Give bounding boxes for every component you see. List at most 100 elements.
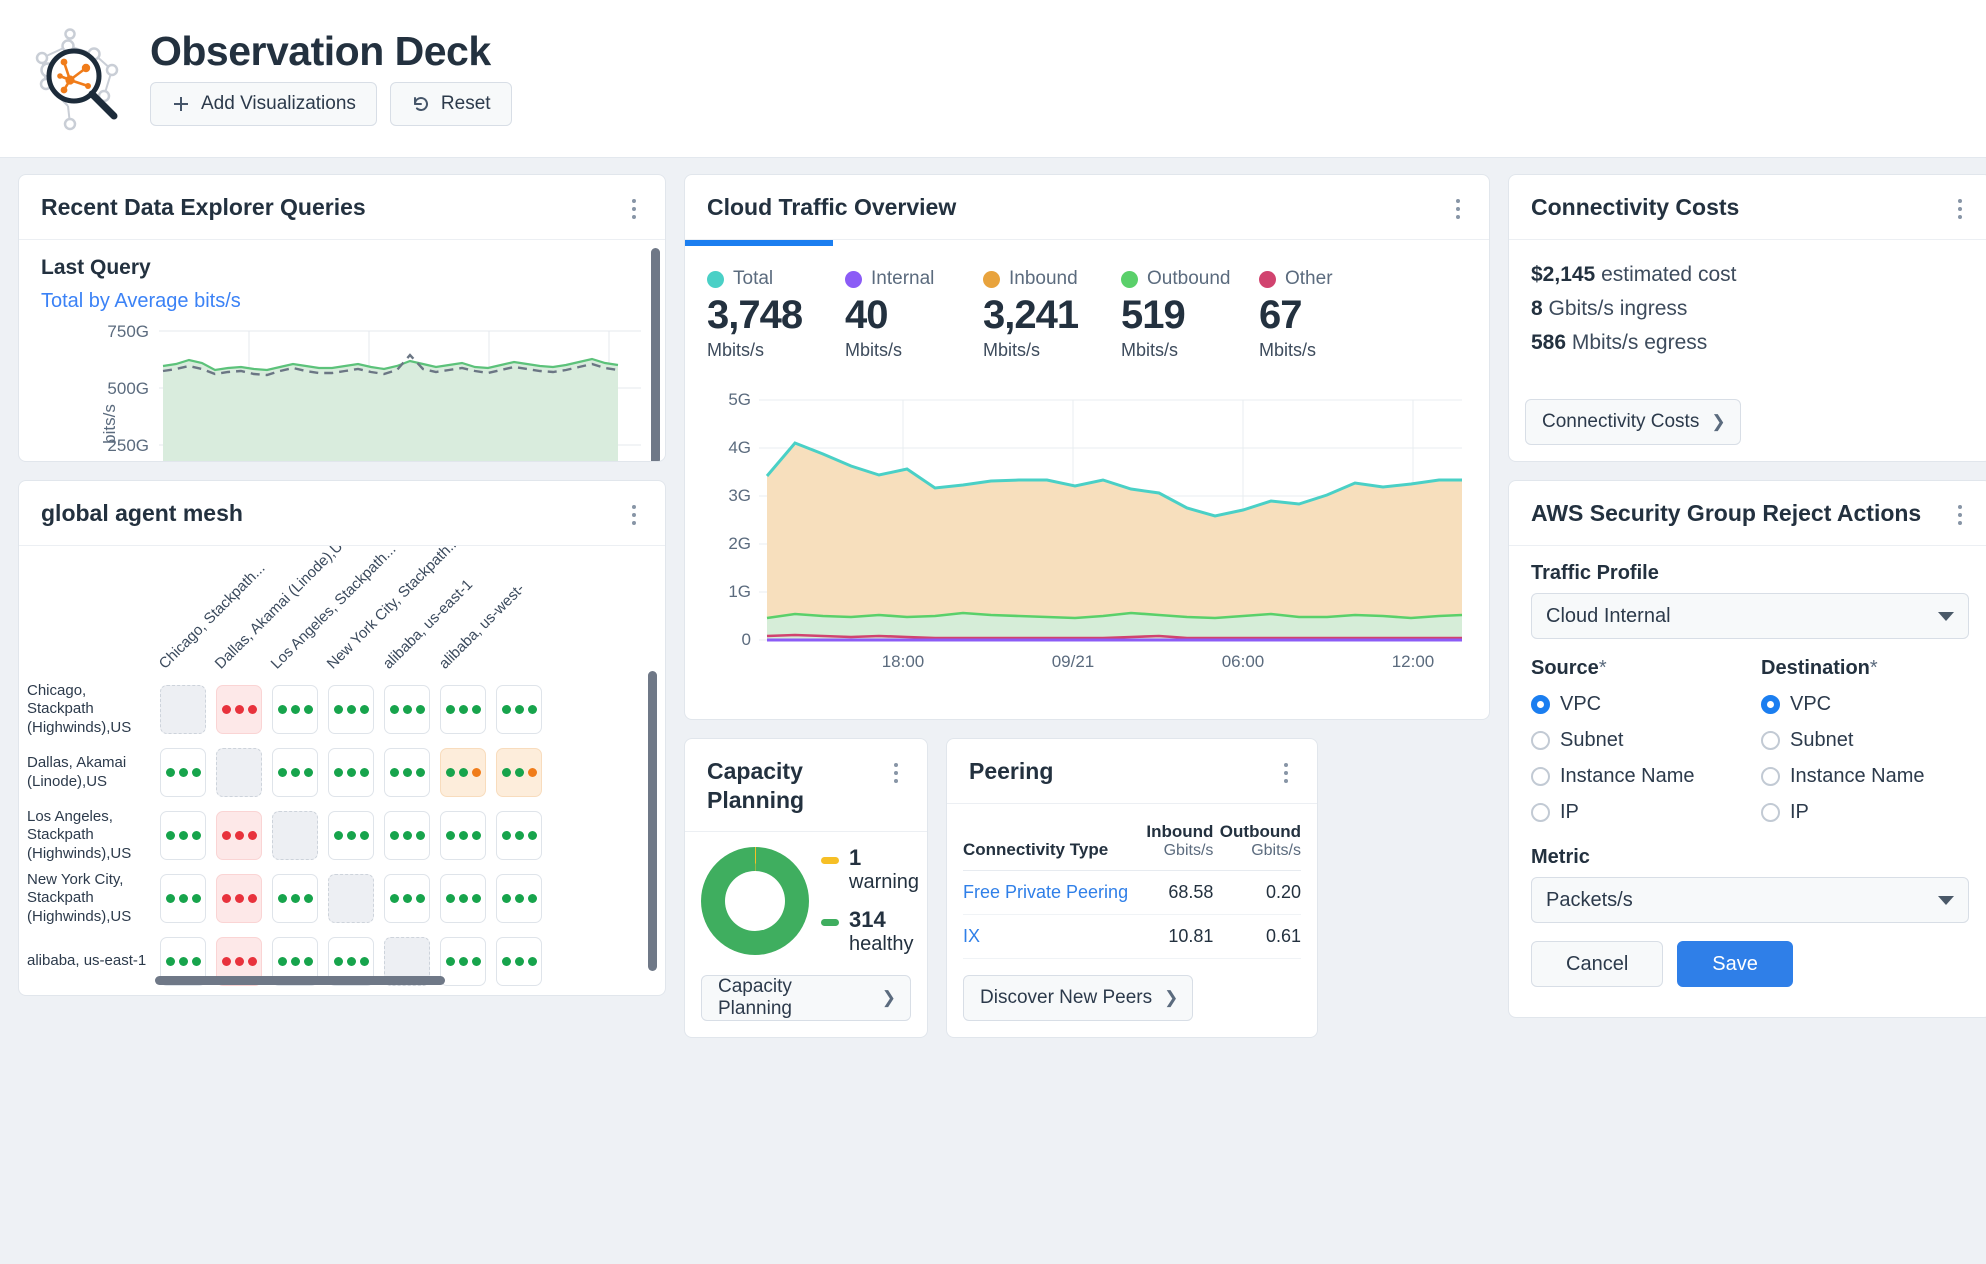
kebab-menu-icon[interactable]: [1951, 195, 1969, 223]
mesh-cell-ok[interactable]: [272, 685, 318, 734]
kebab-menu-icon[interactable]: [1951, 501, 1969, 529]
capacity-planning-button[interactable]: Capacity Planning ❯: [701, 975, 911, 1021]
kpi-color-dot: [845, 271, 862, 288]
mesh-row: alibaba, us-west-1: [19, 993, 665, 995]
capacity-legend: 1 warning 314 healthy: [821, 846, 919, 956]
last-query-link[interactable]: Total by Average bits/s: [41, 290, 643, 313]
mesh-cell-ok[interactable]: [328, 748, 374, 797]
source-option-vpc[interactable]: VPC: [1531, 686, 1739, 722]
kebab-menu-icon[interactable]: [1449, 195, 1467, 223]
mesh-cell-wrapper: [323, 685, 379, 734]
mesh-cell-ok[interactable]: [160, 874, 206, 923]
chevron-down-icon: [1938, 896, 1954, 905]
source-option-ip[interactable]: IP: [1531, 794, 1739, 830]
mesh-cell-ok[interactable]: [160, 748, 206, 797]
mesh-cell-ok[interactable]: [384, 811, 430, 860]
destination-option-vpc[interactable]: VPC: [1761, 686, 1969, 722]
kebab-menu-icon[interactable]: [625, 501, 643, 529]
destination-option-ip[interactable]: IP: [1761, 794, 1969, 830]
mesh-cell-ok[interactable]: [496, 811, 542, 860]
mesh-cell-warn[interactable]: [440, 748, 486, 797]
mesh-cell-ok[interactable]: [272, 748, 318, 797]
mesh-cell-ok[interactable]: [384, 685, 430, 734]
mesh-cell-ok[interactable]: [328, 811, 374, 860]
kpi-value: 67: [1259, 292, 1397, 338]
mesh-vertical-scrollbar[interactable]: [648, 671, 657, 971]
mesh-cell-empty[interactable]: [160, 685, 206, 734]
panel-cloud-traffic-overview: Cloud Traffic Overview Total3,748Mbits/s…: [684, 174, 1490, 720]
traffic-kpi-total: Total3,748Mbits/s: [707, 268, 845, 361]
mesh-cell-ok[interactable]: [440, 811, 486, 860]
mesh-cell-ok[interactable]: [328, 685, 374, 734]
ytick-3g: 3G: [728, 486, 751, 505]
traffic-kpi-inbound: Inbound3,241Mbits/s: [983, 268, 1121, 361]
source-option-subnet[interactable]: Subnet: [1531, 722, 1739, 758]
kebab-menu-icon[interactable]: [625, 195, 643, 223]
peering-type-link[interactable]: IX: [963, 915, 1141, 959]
mesh-cell-ok[interactable]: [160, 811, 206, 860]
kebab-menu-icon[interactable]: [887, 759, 905, 787]
panel-title: global agent mesh: [41, 499, 243, 528]
ytick-2g: 2G: [728, 534, 751, 553]
metric-select[interactable]: Packets/s: [1531, 877, 1969, 923]
add-visualizations-button[interactable]: Add Visualizations: [150, 82, 377, 126]
mesh-cell-ok[interactable]: [496, 685, 542, 734]
panel-title: Cloud Traffic Overview: [707, 193, 956, 222]
mesh-cell-wrapper: [155, 811, 211, 860]
mesh-column-header: Los Angeles, Stackpath...: [267, 574, 323, 674]
mesh-cell-empty[interactable]: [216, 748, 262, 797]
connectivity-costs-button[interactable]: Connectivity Costs ❯: [1525, 399, 1741, 445]
discover-new-peers-button[interactable]: Discover New Peers ❯: [963, 975, 1193, 1021]
mesh-cell-ok[interactable]: [272, 874, 318, 923]
mesh-cell-ok[interactable]: [496, 937, 542, 986]
cost-line-ingress: 8 Gbits/s ingress: [1531, 292, 1969, 326]
mesh-cell-ok[interactable]: [384, 748, 430, 797]
source-destination-row: Source* VPCSubnetInstance NameIP Destina…: [1531, 657, 1969, 830]
metric-label: Metric: [1531, 846, 1969, 869]
col-connectivity-type: Connectivity Type: [963, 814, 1141, 871]
mesh-cell-bad[interactable]: [216, 685, 262, 734]
mesh-horizontal-scrollbar[interactable]: [155, 976, 445, 985]
reset-button[interactable]: Reset: [390, 82, 512, 126]
mesh-cell-bad[interactable]: [216, 811, 262, 860]
mesh-cell-bad[interactable]: [216, 874, 262, 923]
panel-aws-security-group-reject-actions: AWS Security Group Reject Actions Traffi…: [1508, 480, 1986, 1018]
destination-option-subnet[interactable]: Subnet: [1761, 722, 1969, 758]
mesh-cell-ok[interactable]: [440, 937, 486, 986]
traffic-profile-select[interactable]: Cloud Internal: [1531, 593, 1969, 639]
panel-header: Connectivity Costs: [1509, 175, 1986, 240]
panel-header: Recent Data Explorer Queries: [19, 175, 665, 240]
mesh-cell-ok[interactable]: [440, 685, 486, 734]
mesh-cell-warn[interactable]: [496, 748, 542, 797]
radio-label: IP: [1560, 801, 1579, 824]
panel-body: Last Query Total by Average bits/s 750G …: [19, 240, 665, 461]
panel-title: AWS Security Group Reject Actions: [1531, 499, 1921, 528]
peering-type-link[interactable]: Free Private Peering: [963, 871, 1141, 915]
ytick-1g: 1G: [728, 582, 751, 601]
kpi-color-dot: [707, 271, 724, 288]
kpi-value: 3,241: [983, 292, 1121, 338]
cost-line-egress: 586 Mbits/s egress: [1531, 326, 1969, 360]
mesh-cell-ok[interactable]: [384, 874, 430, 923]
mesh-cell-empty[interactable]: [272, 811, 318, 860]
panel-title: Peering: [969, 757, 1053, 786]
save-button[interactable]: Save: [1677, 941, 1793, 987]
mesh-cell-empty[interactable]: [328, 874, 374, 923]
mesh-cell-wrapper: [323, 748, 379, 797]
radio-label: Subnet: [1790, 729, 1853, 752]
destination-column: Destination* VPCSubnetInstance NameIP: [1761, 657, 1969, 830]
traffic-kpi-outbound: Outbound519Mbits/s: [1121, 268, 1259, 361]
chevron-right-icon: ❯: [882, 988, 896, 1008]
source-option-instance-name[interactable]: Instance Name: [1531, 758, 1739, 794]
col-inbound: Inbound Gbits/s: [1141, 814, 1213, 871]
cancel-button[interactable]: Cancel: [1531, 941, 1663, 987]
panel-vertical-scrollbar[interactable]: [651, 248, 660, 461]
source-label: Source*: [1531, 657, 1739, 680]
chevron-down-icon: [1938, 612, 1954, 621]
page-title: Observation Deck: [150, 31, 512, 72]
discover-new-peers-label: Discover New Peers: [980, 987, 1152, 1009]
destination-option-instance-name[interactable]: Instance Name: [1761, 758, 1969, 794]
mesh-cell-ok[interactable]: [496, 874, 542, 923]
kebab-menu-icon[interactable]: [1277, 759, 1295, 787]
mesh-cell-ok[interactable]: [440, 874, 486, 923]
